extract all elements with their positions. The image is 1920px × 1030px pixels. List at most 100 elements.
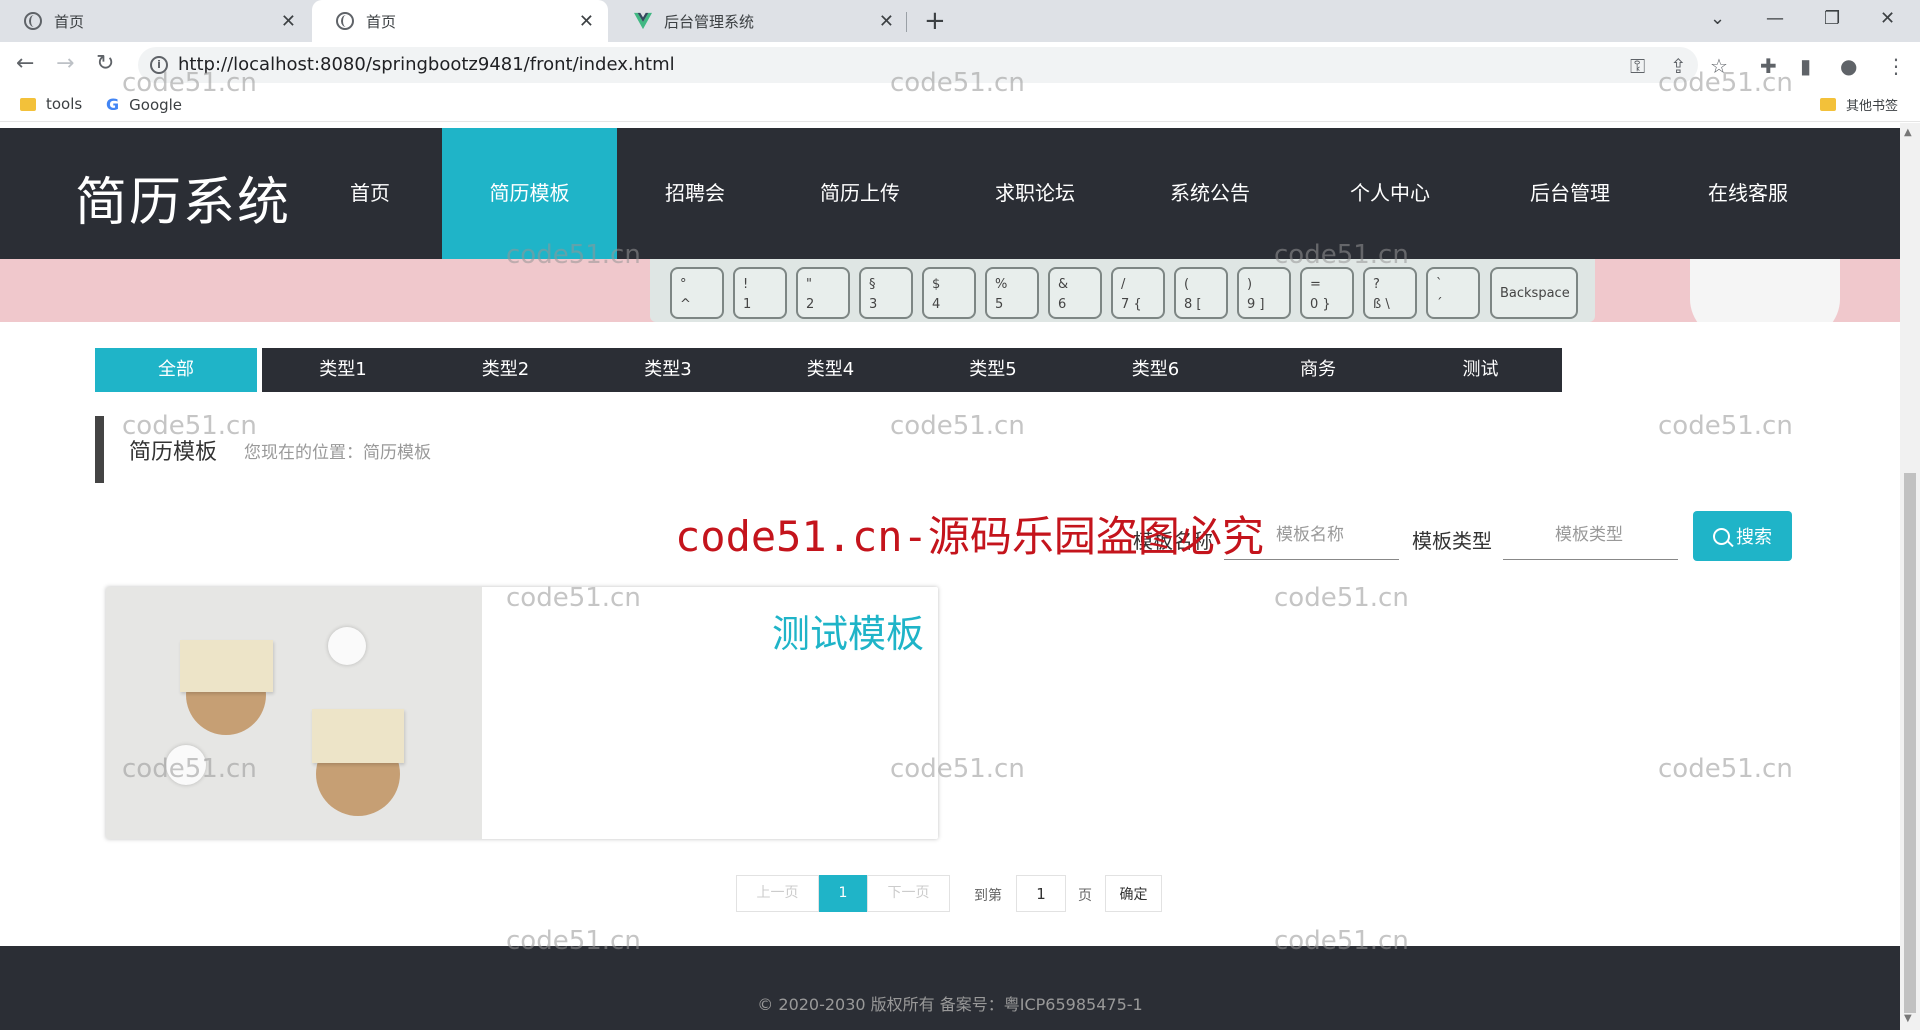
- key: /7 {: [1111, 267, 1165, 319]
- menu-icon[interactable]: ⋮: [1886, 54, 1906, 78]
- profile-icon[interactable]: ●: [1840, 54, 1857, 78]
- breadcrumb-location: 您现在的位置：简历模板: [244, 443, 431, 463]
- goto-confirm-button[interactable]: 确定: [1105, 875, 1162, 912]
- browser-tab-1[interactable]: 首页 ✕: [0, 0, 310, 42]
- template-title[interactable]: 测试模板: [772, 603, 924, 658]
- category-type2[interactable]: 类型2: [424, 348, 587, 392]
- info-icon[interactable]: i: [150, 56, 168, 74]
- template-type-input[interactable]: [1503, 510, 1678, 560]
- site-header: 简历系统 首页 简历模板 招聘会 简历上传 求职论坛 系统公告 个人中心 后台管…: [0, 128, 1900, 259]
- nav-profile[interactable]: 个人中心: [1330, 128, 1450, 259]
- key: (8 [: [1174, 267, 1228, 319]
- browser-tab-bar: 首页 ✕ 首页 ✕ 后台管理系统 ✕ + ⌄ — ❐ ✕: [0, 0, 1920, 42]
- nav-announcements[interactable]: 系统公告: [1150, 128, 1270, 259]
- footer-copyright: © 2020-2030 版权所有 备案号：粤ICP65985475-1: [757, 995, 1143, 1014]
- key: § 3: [859, 267, 913, 319]
- banner-cup: [1690, 259, 1840, 322]
- vue-logo-icon: [634, 12, 652, 30]
- category-test[interactable]: 测试: [1399, 348, 1562, 392]
- search-button-label: 搜索: [1736, 527, 1772, 548]
- nav-online-service[interactable]: 在线客服: [1688, 128, 1808, 259]
- category-all[interactable]: 全部: [95, 348, 257, 392]
- category-tabs: 全部 类型1 类型2 类型3 类型4 类型5 类型6 商务 测试: [95, 348, 1562, 392]
- bookmark-star-icon[interactable]: ☆: [1710, 54, 1728, 78]
- site-logo[interactable]: 简历系统: [75, 160, 291, 235]
- side-panel-icon[interactable]: ▮: [1800, 54, 1811, 78]
- address-bar[interactable]: i http://localhost:8080/springbootz9481/…: [138, 47, 1698, 83]
- key-backspace: Backspace: [1490, 267, 1578, 319]
- nav-admin[interactable]: 后台管理: [1510, 128, 1630, 259]
- category-type6[interactable]: 类型6: [1074, 348, 1237, 392]
- scroll-down-icon[interactable]: ▼: [1904, 1013, 1912, 1024]
- folder-icon: [20, 97, 36, 111]
- close-icon[interactable]: ✕: [281, 11, 296, 32]
- goto-label: 到第: [974, 888, 1002, 904]
- nav-job-fair[interactable]: 招聘会: [635, 128, 755, 259]
- key: $4: [922, 267, 976, 319]
- template-name-input[interactable]: [1224, 510, 1399, 560]
- key: ) 9 ]: [1237, 267, 1291, 319]
- category-type1[interactable]: 类型1: [262, 348, 424, 392]
- scrollbar-thumb[interactable]: [1904, 473, 1916, 1013]
- search-button[interactable]: 搜索: [1693, 511, 1792, 561]
- nav-resume-templates[interactable]: 简历模板: [442, 128, 617, 259]
- bookmark-tools[interactable]: tools: [20, 95, 82, 113]
- key: ° ^: [670, 267, 724, 319]
- paper-card: [312, 709, 404, 763]
- globe-icon: [336, 12, 354, 30]
- key: = 0 }: [1300, 267, 1354, 319]
- site-footer: © 2020-2030 版权所有 备案号：粤ICP65985475-1: [0, 946, 1900, 1030]
- bookmark-label: tools: [46, 95, 83, 113]
- minimize-icon[interactable]: —: [1766, 8, 1784, 29]
- category-type3[interactable]: 类型3: [587, 348, 749, 392]
- share-icon[interactable]: ⇪: [1670, 54, 1687, 78]
- page-1-button[interactable]: 1: [819, 875, 867, 912]
- nav-forum[interactable]: 求职论坛: [975, 128, 1095, 259]
- tab-title: 后台管理系统: [664, 12, 755, 31]
- prev-page-button[interactable]: 上一页: [736, 875, 819, 912]
- tab-title: 首页: [54, 12, 85, 31]
- goto-page-input[interactable]: [1016, 875, 1066, 912]
- nav-home[interactable]: 首页: [310, 128, 430, 259]
- key: & 6: [1048, 267, 1102, 319]
- page-scrollbar[interactable]: ▲ ▼: [1900, 123, 1920, 1030]
- tab-separator: [906, 12, 907, 32]
- tab-title: 首页: [366, 12, 397, 31]
- folder-icon: [1820, 98, 1836, 111]
- forward-icon[interactable]: →: [56, 51, 74, 76]
- bookmarks-bar: tools G Google 其他书签: [0, 88, 1920, 122]
- scroll-up-icon[interactable]: ▲: [1904, 127, 1912, 138]
- template-name-label: 模板名称: [1133, 529, 1213, 553]
- template-card[interactable]: 测试模板: [106, 587, 938, 839]
- key-icon[interactable]: ⚿: [1630, 54, 1645, 78]
- nav-resume-upload[interactable]: 简历上传: [800, 128, 920, 259]
- category-type4[interactable]: 类型4: [749, 348, 912, 392]
- search-icon: [1713, 527, 1730, 545]
- window-close-icon[interactable]: ✕: [1880, 8, 1895, 29]
- page-title: 简历模板: [129, 440, 218, 465]
- other-bookmarks[interactable]: 其他书签: [1820, 95, 1898, 114]
- back-icon[interactable]: ←: [16, 51, 34, 76]
- browser-tab-3[interactable]: 后台管理系统 ✕: [610, 0, 908, 42]
- category-business[interactable]: 商务: [1237, 348, 1399, 392]
- template-thumbnail[interactable]: [106, 587, 482, 839]
- restore-icon[interactable]: ❐: [1824, 8, 1840, 29]
- bookmark-label: 其他书签: [1846, 99, 1899, 114]
- bookmark-label: Google: [129, 95, 183, 114]
- new-tab-icon[interactable]: +: [924, 6, 946, 36]
- close-icon[interactable]: ✕: [579, 11, 594, 32]
- bookmark-google[interactable]: G Google: [106, 95, 182, 114]
- next-page-button[interactable]: 下一页: [867, 875, 950, 912]
- close-icon[interactable]: ✕: [879, 11, 894, 32]
- reload-icon[interactable]: ↻: [96, 51, 114, 76]
- url-text[interactable]: http://localhost:8080/springbootz9481/fr…: [178, 54, 675, 75]
- key: ! 1: [733, 267, 787, 319]
- category-type5[interactable]: 类型5: [912, 348, 1074, 392]
- globe-icon: [24, 12, 42, 30]
- tab-search-chevron-icon[interactable]: ⌄: [1710, 8, 1725, 29]
- page-unit-label: 页: [1078, 888, 1092, 904]
- google-icon: G: [106, 95, 120, 114]
- browser-tab-2[interactable]: 首页 ✕: [312, 0, 608, 42]
- cotton-flower: [166, 745, 206, 785]
- extensions-icon[interactable]: ✚: [1760, 54, 1777, 78]
